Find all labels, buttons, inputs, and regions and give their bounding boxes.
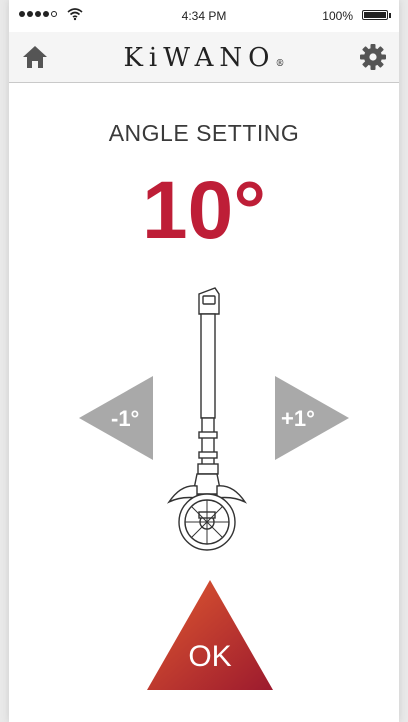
page-title: ANGLE SETTING	[108, 120, 300, 146]
logo-text: KiWANO	[123, 43, 276, 73]
battery-nub	[389, 13, 391, 18]
phone-screen: 4:34 PM 100% KiWANO® ANGLE SETTING 10° -…	[9, 0, 399, 722]
status-bar: 4:34 PM 100%	[9, 0, 399, 32]
battery-percent: 100%	[322, 9, 353, 23]
increase-angle-button[interactable]: +1°	[275, 376, 349, 460]
increase-label: +1°	[281, 406, 315, 431]
decrease-angle-button[interactable]: -1°	[79, 376, 153, 460]
decrease-label: -1°	[111, 406, 140, 431]
angle-value: 10°	[141, 165, 266, 256]
app-header: KiWANO®	[9, 32, 399, 83]
scooter-illustration	[166, 287, 248, 551]
logo-registered-mark: ®	[275, 59, 285, 69]
battery-icon	[362, 10, 388, 20]
app-logo: KiWANO®	[9, 43, 399, 73]
ok-label: OK	[188, 640, 232, 673]
gear-icon[interactable]	[359, 43, 387, 71]
ok-button[interactable]: OK	[147, 580, 273, 690]
